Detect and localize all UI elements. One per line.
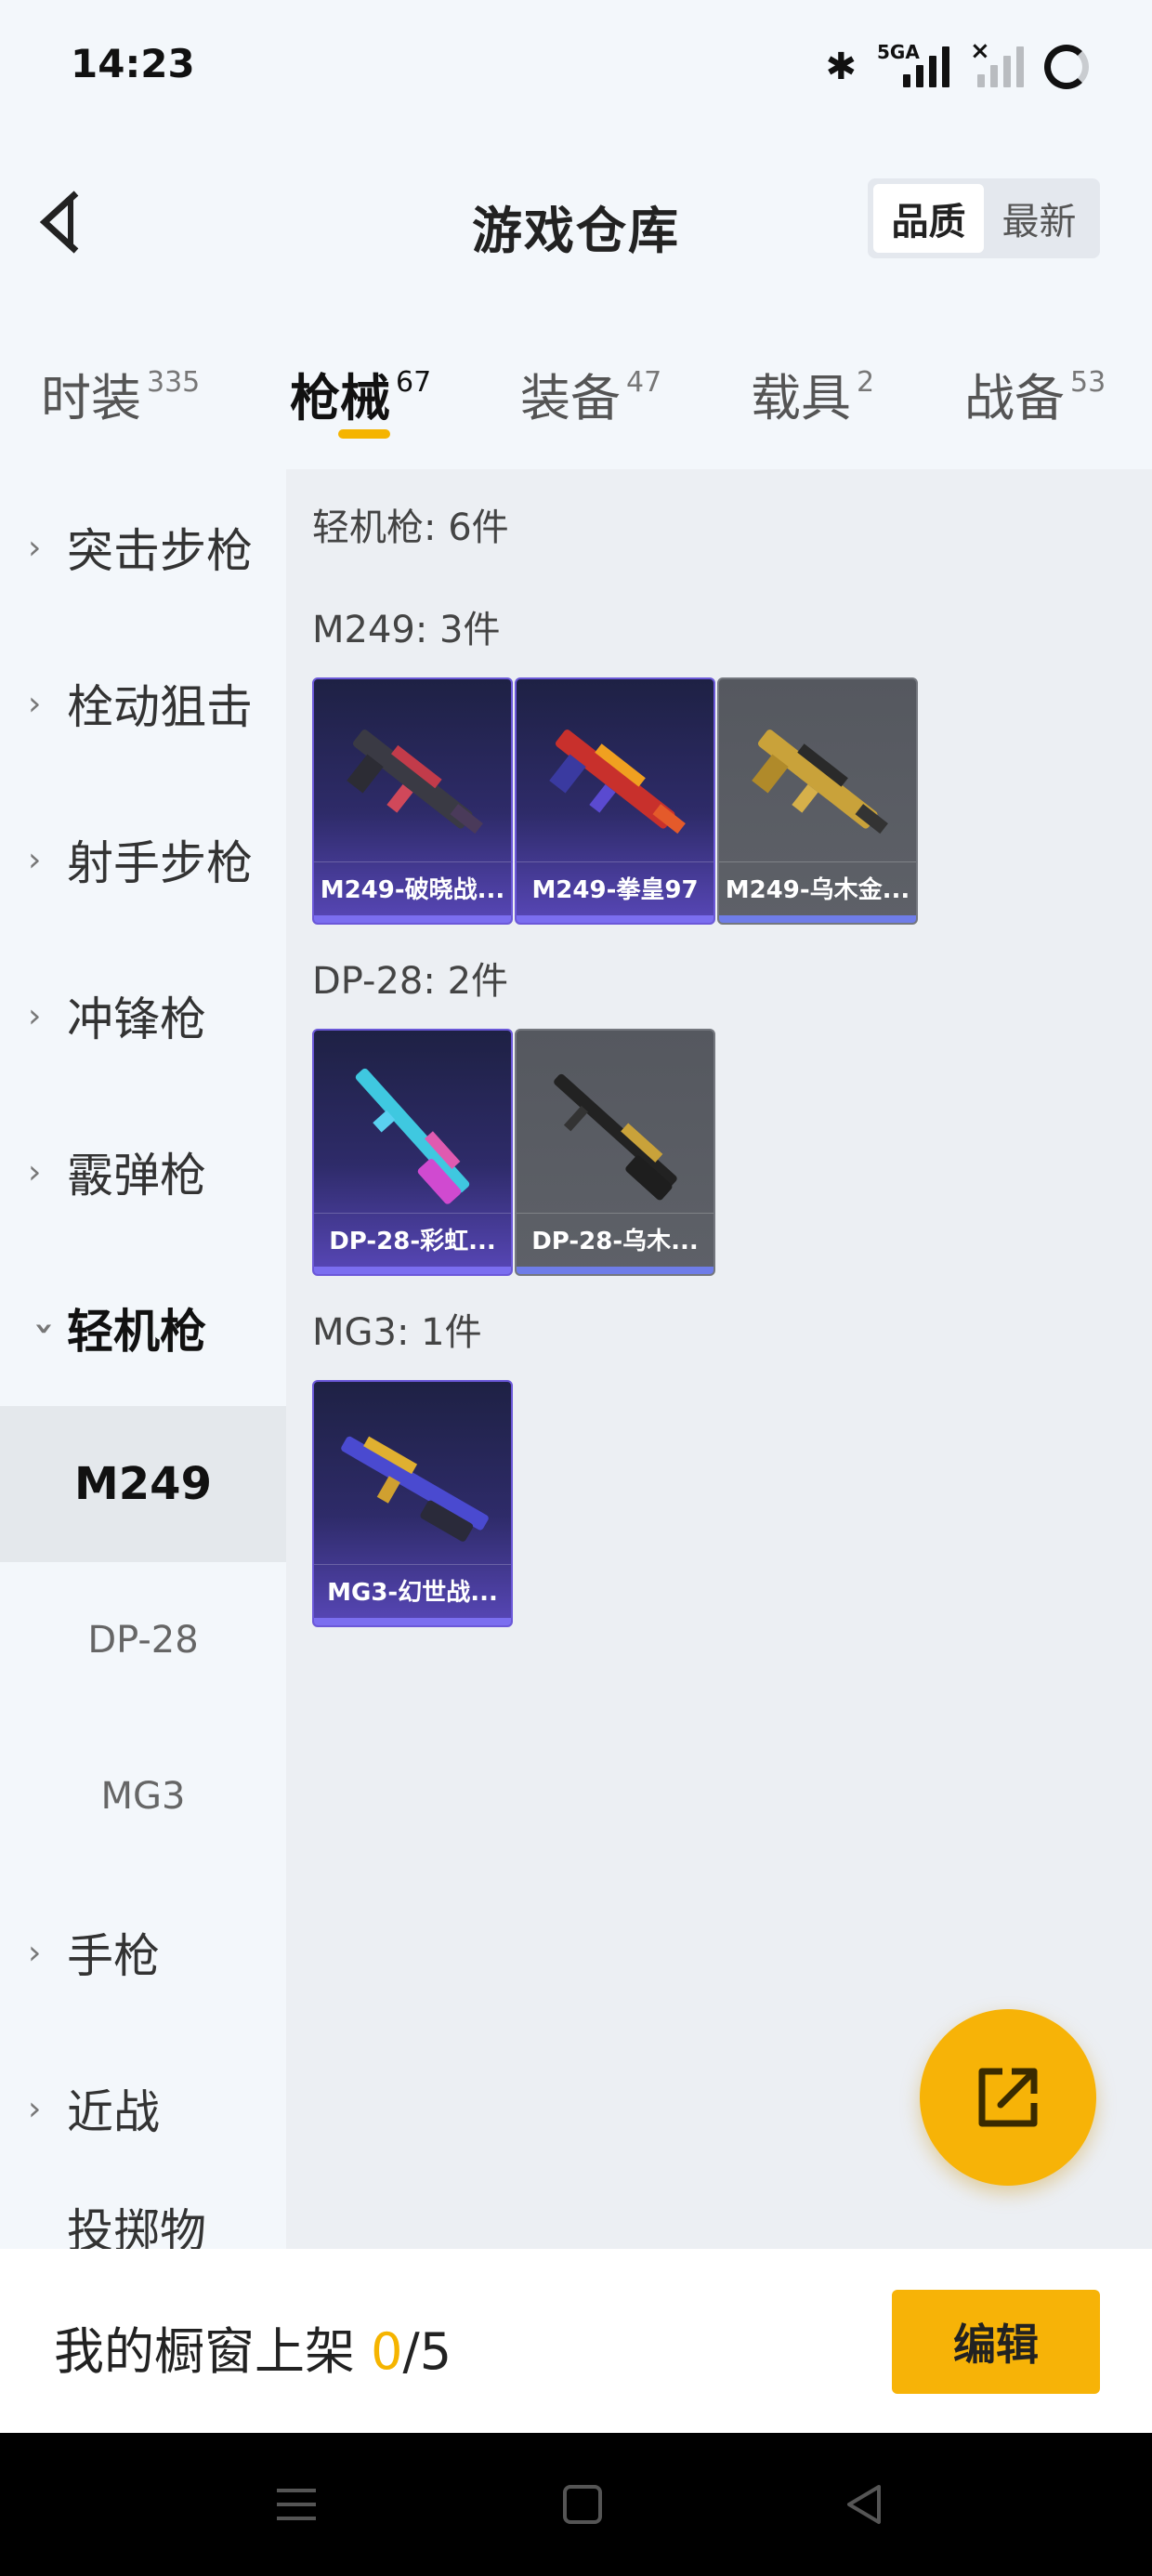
bluetooth-icon: ✱: [825, 46, 857, 88]
rarity-bar: [314, 1267, 511, 1274]
menu-icon[interactable]: [266, 2474, 327, 2535]
edit-button[interactable]: 编辑: [892, 2290, 1100, 2394]
sidebar-item-label: 射手步枪: [67, 836, 253, 890]
gun-image: [549, 729, 686, 835]
rarity-bar: [719, 915, 916, 923]
sidebar-item-label: 轻机枪: [67, 1305, 206, 1359]
item-name: DP-28-彩虹...: [314, 1213, 511, 1265]
tab-count: 53: [1070, 366, 1106, 399]
sidebar-item-label: 投掷物: [67, 2204, 206, 2249]
sidebar-item-melee[interactable]: › 近战: [0, 2031, 286, 2187]
sidebar-item-label: 冲锋枪: [67, 992, 206, 1046]
sort-quality-button[interactable]: 品质: [873, 184, 984, 253]
share-button[interactable]: [920, 2009, 1096, 2186]
showcase-label: 我的橱窗上架: [54, 2322, 372, 2381]
chevron-right-icon: ›: [28, 528, 42, 567]
tab-label: 战备: [964, 369, 1065, 427]
sidebar-item-label: 手枪: [67, 1929, 160, 1983]
active-tab-indicator: [338, 429, 390, 439]
tab-fashion[interactable]: 时装 335: [41, 357, 200, 430]
item-grid-panel: 轻机枪: 6件 M249: 3件 M249-破晓战... M249-拳皇97 M…: [286, 469, 1152, 2249]
item-card[interactable]: MG3-幻世战...: [312, 1380, 513, 1627]
back-icon[interactable]: [834, 2474, 896, 2535]
chevron-right-icon: ›: [28, 840, 42, 879]
signal-5g-icon: 5GA: [877, 41, 949, 91]
showcase-status: 我的橱窗上架 0/5: [54, 2310, 452, 2384]
tab-supplies[interactable]: 战备 53: [964, 357, 1106, 430]
weapon-type-sidebar: › 突击步枪 › 栓动狙击 › 射手步枪 › 冲锋枪 › 霰弹枪 › 轻机枪 M249 DP…: [0, 469, 286, 2249]
home-icon[interactable]: [552, 2474, 613, 2535]
status-time: 14:23: [71, 41, 195, 86]
tab-count: 2: [857, 366, 875, 399]
share-icon: [978, 2068, 1038, 2127]
sort-toggle: 品质 最新: [868, 178, 1100, 258]
tab-count: 47: [626, 366, 662, 399]
tab-vehicles[interactable]: 载具 2: [751, 357, 874, 430]
gun-image: [347, 729, 483, 835]
sidebar-item-label: 栓动狙击: [67, 680, 253, 734]
rarity-bar: [517, 1267, 713, 1274]
item-card[interactable]: M249-乌木金...: [717, 677, 918, 925]
battery-icon: [1044, 45, 1089, 89]
status-icons: ✱ 5GA ×: [825, 37, 1089, 95]
sidebar-subitem-m249[interactable]: M249: [0, 1406, 286, 1562]
tab-label: 时装: [41, 369, 141, 427]
section-title: 轻机枪: 6件: [312, 506, 509, 549]
group-title-m249: M249: 3件: [312, 609, 501, 651]
status-bar: 14:23 ✱ 5GA ×: [0, 0, 1152, 139]
sidebar-item-throwable[interactable]: 投掷物: [0, 2187, 286, 2249]
sidebar-item-label: 霰弹枪: [67, 1149, 206, 1203]
item-card[interactable]: M249-破晓战...: [312, 677, 513, 925]
category-tabs: 时装 335 枪械 67 装备 47 载具 2 战备 53: [0, 344, 1152, 455]
gun-image: [355, 1068, 470, 1204]
item-name: DP-28-乌木...: [517, 1213, 713, 1265]
chevron-right-icon: ›: [28, 684, 42, 723]
chevron-right-icon: ›: [28, 1152, 42, 1191]
sidebar-item-label: 突击步枪: [67, 524, 253, 578]
tab-firearms[interactable]: 枪械 67: [290, 357, 431, 430]
rarity-bar: [314, 1618, 511, 1625]
sidebar-item-shotgun[interactable]: › 霰弹枪: [0, 1094, 286, 1250]
gun-image: [752, 729, 888, 835]
group-title-mg3: MG3: 1件: [312, 1311, 482, 1354]
item-name: M249-拳皇97: [517, 861, 713, 913]
header: 游戏仓库 品质 最新: [0, 167, 1152, 279]
showcase-current-count: 0: [371, 2322, 403, 2381]
sidebar-subitem-dp28[interactable]: DP-28: [0, 1562, 286, 1718]
sidebar-item-pistol[interactable]: › 手枪: [0, 1874, 286, 2031]
tab-count: 335: [147, 366, 201, 399]
rarity-bar: [517, 915, 713, 923]
sidebar-item-lmg[interactable]: › 轻机枪: [0, 1250, 286, 1406]
tab-equipment[interactable]: 装备 47: [520, 357, 661, 430]
item-name: M249-乌木金...: [719, 861, 916, 913]
sidebar-subitem-mg3[interactable]: MG3: [0, 1718, 286, 1874]
sidebar-item-marksman-rifle[interactable]: › 射手步枪: [0, 782, 286, 938]
group-title-dp28: DP-28: 2件: [312, 960, 509, 1003]
item-card[interactable]: DP-28-乌木...: [515, 1029, 715, 1276]
gun-image: [554, 1073, 677, 1201]
showcase-total: /5: [402, 2322, 452, 2381]
tab-label: 枪械: [290, 369, 390, 427]
tab-label: 装备: [520, 369, 621, 427]
item-name: M249-破晓战...: [314, 861, 511, 913]
sidebar-item-assault-rifle[interactable]: › 突击步枪: [0, 469, 286, 625]
tab-label: 载具: [751, 369, 851, 427]
tab-count: 67: [396, 366, 432, 399]
sort-latest-button[interactable]: 最新: [984, 184, 1094, 253]
chevron-right-icon: ›: [28, 996, 42, 1035]
chevron-down-icon: ›: [25, 1321, 64, 1335]
showcase-panel: 我的橱窗上架 0/5 编辑: [0, 2249, 1152, 2433]
sidebar-item-label: 近战: [67, 2085, 160, 2139]
sidebar-item-smg[interactable]: › 冲锋枪: [0, 938, 286, 1094]
item-card[interactable]: M249-拳皇97: [515, 677, 715, 925]
gun-image: [341, 1436, 489, 1542]
item-card[interactable]: DP-28-彩虹...: [312, 1029, 513, 1276]
chevron-right-icon: ›: [28, 2089, 42, 2128]
rarity-bar: [314, 915, 511, 923]
chevron-right-icon: ›: [28, 1933, 42, 1972]
item-name: MG3-幻世战...: [314, 1564, 511, 1616]
system-nav-bar: [0, 2433, 1152, 2576]
signal-secondary-icon: ×: [970, 37, 1024, 91]
sidebar-item-bolt-sniper[interactable]: › 栓动狙击: [0, 625, 286, 782]
